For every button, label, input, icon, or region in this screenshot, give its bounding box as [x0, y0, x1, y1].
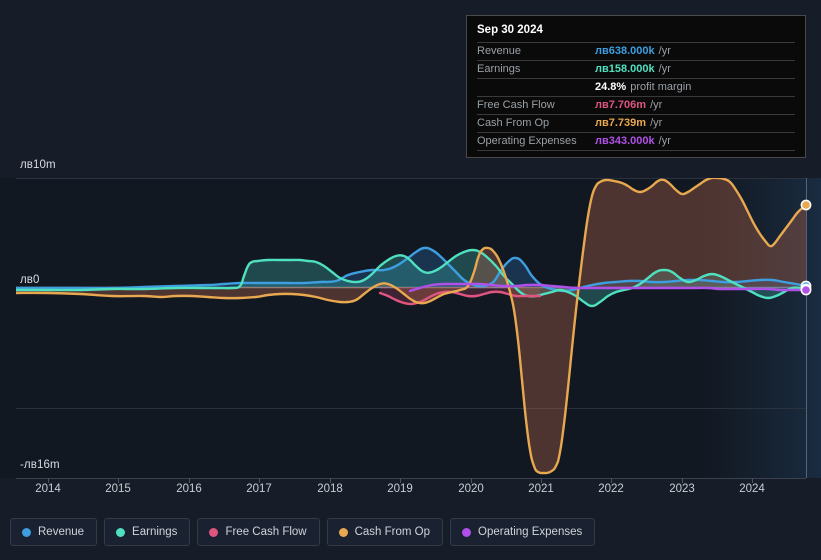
tooltip-row-cash-from-op: Cash From Op лв7.739m/yr [477, 114, 795, 132]
chart-tooltip: Sep 30 2024 Revenue лв638.000k/yr Earnings… [466, 15, 806, 158]
legend-item-earnings[interactable]: Earnings [104, 518, 191, 546]
tooltip-label-earnings: Earnings [477, 63, 521, 75]
y-axis-label-bottom: -лв16m [20, 459, 60, 471]
legend-dot-icon-operating-expenses [462, 527, 472, 537]
x-axis-label-2024: 2024 [739, 483, 765, 495]
legend-item-revenue[interactable]: Revenue [10, 518, 98, 546]
x-axis-label-2019: 2019 [387, 483, 413, 495]
tooltip-label-cash-from-op: Cash From Op [477, 117, 550, 129]
x-axis-label-2018: 2018 [317, 483, 343, 495]
x-axis-label-2022: 2022 [598, 483, 624, 495]
tooltip-row-free-cash-flow: Free Cash Flow лв7.706m/yr [477, 96, 795, 114]
tooltip-date: Sep 30 2024 [477, 24, 543, 36]
tooltip-row-earnings: Earnings лв158.000k/yr [477, 60, 795, 78]
tooltip-label-revenue: Revenue [477, 45, 522, 57]
tooltip-row-profit-margin: 24.8% profit margin [477, 78, 795, 96]
chart-svg [0, 178, 821, 483]
x-axis-label-2023: 2023 [669, 483, 695, 495]
chart-page: лв10m лв0 -лв16m 2014 2015 2016 2017 2018 201… [0, 0, 821, 560]
financial-chart[interactable] [0, 155, 821, 485]
tooltip-label-operating-expenses: Operating Expenses [477, 135, 577, 147]
tooltip-profit-margin-value: 24.8% profit margin [595, 81, 692, 93]
x-axis-label-2017: 2017 [246, 483, 272, 495]
tooltip-value-free-cash-flow: лв7.706m/yr [595, 99, 663, 111]
legend-label-revenue: Revenue [38, 526, 85, 538]
tooltip-label-free-cash-flow: Free Cash Flow [477, 99, 555, 111]
endpoint-marker-cash-from-op [800, 199, 812, 211]
legend-label-earnings: Earnings [132, 526, 178, 538]
legend-label-free-cash-flow: Free Cash Flow [225, 526, 307, 538]
tooltip-row-revenue: Revenue лв638.000k/yr [477, 42, 795, 60]
legend-item-free-cash-flow[interactable]: Free Cash Flow [197, 518, 320, 546]
legend-dot-icon-cash-from-op [338, 527, 348, 537]
legend-label-cash-from-op: Cash From Op [354, 526, 431, 538]
tooltip-value-cash-from-op: лв7.739m/yr [595, 117, 663, 129]
legend-dot-icon-revenue [22, 527, 31, 537]
endpoint-marker-operating-expenses [800, 284, 812, 296]
chart-legend[interactable]: Revenue Earnings Free Cash Flow Cash From O… [10, 518, 596, 546]
x-axis-label-2016: 2016 [176, 483, 202, 495]
tooltip-rows: Revenue лв638.000k/yr Earnings лв158.000k/y… [477, 42, 795, 151]
legend-item-operating-expenses[interactable]: Operating Expenses [450, 518, 596, 546]
tooltip-value-earnings: лв158.000k/yr [595, 63, 671, 75]
x-axis-label-2021: 2021 [528, 483, 554, 495]
tooltip-value-operating-expenses: лв343.000k/yr [595, 135, 671, 147]
x-axis-label-2014: 2014 [35, 483, 61, 495]
legend-item-cash-from-op[interactable]: Cash From Op [326, 518, 444, 546]
tooltip-value-revenue: лв638.000k/yr [595, 45, 671, 57]
legend-dot-icon-free-cash-flow [209, 527, 219, 537]
x-axis-label-2020: 2020 [458, 483, 484, 495]
legend-dot-icon-earnings [116, 527, 126, 537]
x-axis-label-2015: 2015 [105, 483, 131, 495]
y-axis-label-top: лв10m [20, 159, 56, 171]
legend-label-operating-expenses: Operating Expenses [478, 526, 583, 538]
y-axis-label-zero: лв0 [20, 274, 40, 286]
tooltip-row-operating-expenses: Operating Expenses лв343.000k/yr [477, 132, 795, 151]
x-axis: 2014 2015 2016 2017 2018 2019 2020 2021 2022 2023… [0, 483, 821, 501]
